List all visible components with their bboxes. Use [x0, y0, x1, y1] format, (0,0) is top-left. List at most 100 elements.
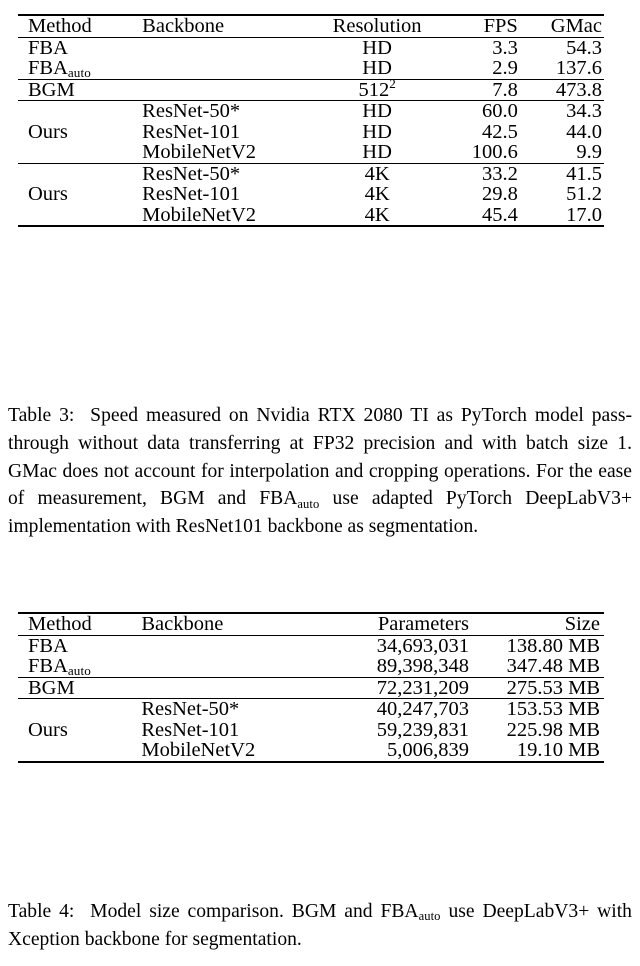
- table-4-block: Method Backbone Parameters Size FBA 34,6…: [18, 612, 604, 763]
- cell-method-group: Ours: [18, 162, 133, 225]
- table-row: Ours ResNet-50* HD 60.0 34.3: [18, 100, 604, 163]
- table-4-col-parameters: Parameters: [377, 613, 469, 635]
- cell-method: BGM: [18, 78, 133, 101]
- cell-parameters: 5,006,839: [386, 739, 469, 761]
- cell-gmac: 51.2: [566, 183, 602, 205]
- cell-backbone: [132, 37, 310, 58]
- cell-fps: 3.3: [492, 36, 518, 59]
- cell-gmac: 54.3: [566, 36, 602, 59]
- caption-text-part1: Model size comparison. BGM and FBA: [90, 901, 419, 922]
- method-label: FBA: [28, 36, 68, 59]
- table-3-body: FBA HD 3.3 54.3 FBAauto HD 2.9 137.6 BGM: [18, 37, 604, 225]
- cell-backbone: MobileNetV2: [141, 739, 256, 761]
- resolution-superscript: 2: [389, 76, 396, 92]
- cell-backbone: MobileNetV2: [142, 203, 257, 226]
- cell-gmac: 44.0: [566, 120, 602, 143]
- cell-resolution: 4K: [364, 183, 390, 205]
- table-3-col-backbone: Backbone: [142, 15, 225, 37]
- table-4-col-size: Size: [564, 613, 600, 635]
- cell-method: FBA: [18, 635, 131, 656]
- cell-fps: 42.5: [481, 120, 518, 143]
- cell-size: 225.98 MB: [506, 718, 600, 741]
- method-subscript: auto: [67, 65, 91, 81]
- caption-subscript: auto: [418, 909, 441, 924]
- cell-fps: 7.8: [443, 78, 524, 101]
- table-row: FBAauto 89,398,348 347.48 MB: [18, 655, 604, 679]
- method-subscript: auto: [67, 663, 91, 679]
- table-4-col-backbone: Backbone: [141, 613, 224, 635]
- cell-backbone: [132, 78, 311, 101]
- cell-resolution: HD: [362, 36, 392, 59]
- cell-gmac: 473.8: [523, 78, 604, 101]
- cell-backbone: [132, 58, 310, 79]
- table-3-col-resolution: Resolution: [332, 15, 422, 37]
- cell-gmac: 137.6: [555, 57, 602, 79]
- cell-backbone: MobileNetV2: [142, 141, 257, 163]
- table-3-header-row: Method Backbone Resolution FPS GMac: [18, 15, 604, 37]
- table-3-col-fps: FPS: [483, 15, 518, 37]
- caption-label: Table 4:: [8, 901, 75, 922]
- method-label: BGM: [28, 78, 75, 101]
- table-3-col-gmac: GMac: [550, 15, 602, 37]
- cell-size: 275.53 MB: [476, 676, 604, 699]
- cell-gmac: 34.3: [523, 100, 604, 122]
- cell-fps: 100.6: [471, 141, 518, 163]
- cell-fps: 33.2: [443, 162, 524, 184]
- method-label: FBA: [28, 57, 68, 79]
- cell-resolution: HD: [362, 120, 392, 143]
- cell-backbone: ResNet-101: [142, 183, 241, 205]
- cell-method-group: Ours: [18, 698, 132, 761]
- method-label: FBA: [28, 655, 68, 677]
- cell-size: 19.10 MB: [516, 739, 600, 761]
- cell-backbone: [131, 656, 308, 677]
- cell-backbone: ResNet-50*: [132, 100, 311, 122]
- cell-parameters: 59,239,831: [376, 718, 469, 741]
- cell-resolution: HD: [362, 57, 392, 79]
- table-row: FBA HD 3.3 54.3: [18, 37, 604, 58]
- table-row: Ours ResNet-50* 40,247,703 153.53 MB: [18, 698, 604, 761]
- resolution-value: 512: [358, 78, 390, 101]
- table-row: FBA 34,693,031 138.80 MB: [18, 635, 604, 656]
- method-label: BGM: [28, 676, 75, 699]
- table-row: BGM 5122 7.8 473.8: [18, 76, 604, 101]
- table-4: Method Backbone Parameters Size FBA 34,6…: [18, 612, 604, 761]
- cell-size: 153.53 MB: [476, 698, 604, 720]
- cell-backbone: ResNet-50*: [131, 698, 309, 720]
- paper-page: Method Backbone Resolution FPS GMac FBA …: [0, 0, 640, 966]
- cell-backbone: [131, 676, 309, 699]
- cell-method: FBAauto: [18, 655, 131, 679]
- table-row: FBAauto HD 2.9 137.6: [18, 57, 604, 81]
- cell-method: FBA: [18, 37, 132, 58]
- cell-gmac: 41.5: [523, 162, 604, 184]
- cell-backbone: ResNet-101: [141, 718, 240, 741]
- cell-resolution: 4K: [364, 203, 390, 226]
- table-row: BGM 72,231,209 275.53 MB: [18, 676, 604, 699]
- cell-gmac: 9.9: [576, 141, 602, 163]
- table-3-col-method: Method: [28, 15, 92, 37]
- cell-backbone: [131, 635, 308, 656]
- cell-method: BGM: [18, 676, 132, 699]
- cell-size: 138.80 MB: [506, 634, 600, 657]
- cell-fps: 29.8: [481, 183, 518, 205]
- cell-backbone: ResNet-50*: [132, 162, 311, 184]
- cell-backbone: ResNet-101: [142, 120, 241, 143]
- caption-subscript: auto: [297, 496, 320, 511]
- cell-fps: 45.4: [481, 203, 518, 226]
- table-3: Method Backbone Resolution FPS GMac FBA …: [18, 14, 604, 225]
- cell-parameters: 89,398,348: [376, 655, 469, 677]
- caption-label: Table 3:: [8, 405, 75, 426]
- cell-resolution: 4K: [310, 162, 444, 184]
- table-3-block: Method Backbone Resolution FPS GMac FBA …: [18, 14, 604, 227]
- table-row: Ours ResNet-50* 4K 33.2 41.5: [18, 162, 604, 225]
- cell-method: FBAauto: [18, 57, 132, 81]
- cell-fps: 60.0: [443, 100, 524, 122]
- method-label: FBA: [28, 634, 68, 657]
- table-4-body: FBA 34,693,031 138.80 MB FBAauto 89,398,…: [18, 635, 604, 761]
- cell-fps: 2.9: [492, 57, 518, 79]
- table-3-caption: Table 3: Speed measured on Nvidia RTX 20…: [8, 402, 632, 541]
- table-4-header-row: Method Backbone Parameters Size: [18, 613, 604, 635]
- cell-parameters: 72,231,209: [308, 676, 477, 699]
- table-4-caption: Table 4: Model size comparison. BGM and …: [8, 898, 632, 954]
- table-4-col-method: Method: [28, 613, 92, 635]
- cell-gmac: 17.0: [566, 203, 602, 226]
